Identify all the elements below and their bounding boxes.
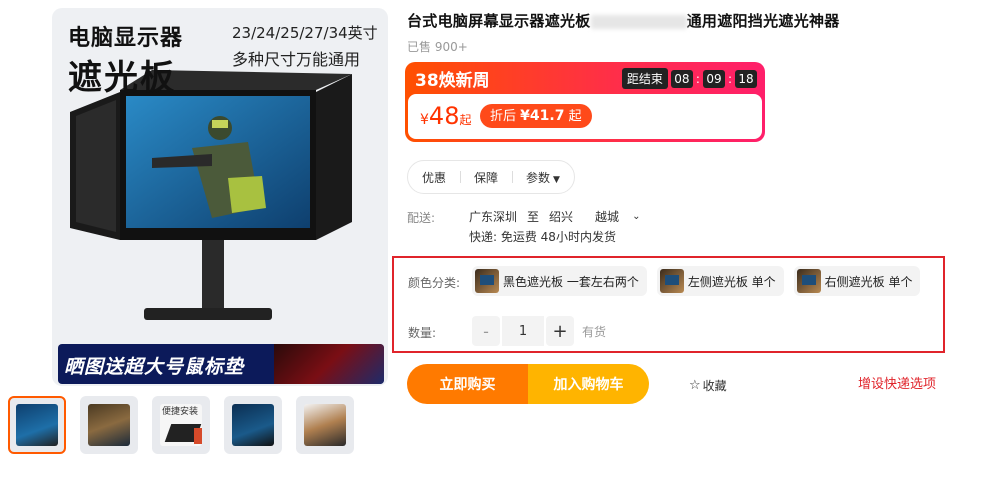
tab-params[interactable]: 参数 ▼ <box>512 169 574 186</box>
stock-status: 有货 <box>582 324 607 339</box>
thumbnail-image <box>88 404 130 446</box>
countdown-minutes: 09 <box>702 69 725 88</box>
price: ¥48起 <box>420 102 471 130</box>
ship-to-word: 至 <box>527 210 540 224</box>
promo-banner-text: 晒图送超大号鼠标垫 <box>64 356 245 378</box>
color-options: 黑色遮光板 一套左右两个 左侧遮光板 单个 右侧遮光板 单个 <box>472 266 921 296</box>
hero-sizes: 23/24/25/27/34英寸 <box>232 24 378 42</box>
thumbnail-image <box>304 404 346 446</box>
tab-label: 保障 <box>474 170 499 185</box>
quantity-plus-button[interactable]: + <box>546 316 574 346</box>
color-label: 颜色分类: <box>408 276 461 290</box>
tab-guarantee[interactable]: 保障 <box>460 169 512 186</box>
thumbnail-strip: 便捷安装 <box>8 396 354 454</box>
thumbnail-3[interactable]: 便捷安装 <box>152 396 210 454</box>
thumbnail-5[interactable] <box>296 396 354 454</box>
quantity-stepper: - 1 + 有货 <box>472 316 606 346</box>
countdown-separator: : <box>695 71 700 86</box>
mousepad-image <box>274 344 384 384</box>
favorite-button[interactable]: ☆ 收藏 <box>689 377 727 394</box>
quantity-label: 数量: <box>408 326 437 340</box>
sold-count: 已售 900+ <box>407 40 468 54</box>
shipping-label: 配送: <box>407 211 436 225</box>
star-icon: ☆ <box>689 378 701 393</box>
countdown-separator: : <box>727 71 732 86</box>
sku-selection-area: 颜色分类: 黑色遮光板 一套左右两个 左侧遮光板 单个 右侧遮光板 单个 数量:… <box>392 256 945 353</box>
countdown: 距结束 08 : 09 : 18 <box>621 68 757 89</box>
countdown-seconds: 18 <box>735 69 757 88</box>
shipping-note: 快递: 免运费 48小时内发货 <box>469 230 616 244</box>
purchase-buttons: 立即购买 加入购物车 <box>407 364 649 404</box>
product-title: 台式电脑屏幕显示器遮光板 通用遮阳挡光遮光神器 <box>407 10 840 31</box>
hero-tagline: 多种尺寸万能通用 <box>232 50 361 69</box>
hero-title-line-2: 遮光板 <box>68 58 176 98</box>
countdown-label: 距结束 <box>621 68 668 89</box>
discount-price: ¥41.7 <box>520 108 565 124</box>
thumbnail-image <box>232 404 274 446</box>
info-tabs: 优惠 保障 参数 ▼ <box>407 160 575 194</box>
option-thumbnail <box>659 269 684 293</box>
hero-title-line-1: 电脑显示器 <box>68 26 184 51</box>
chevron-down-icon: ▼ <box>553 174 560 185</box>
redacted-text <box>590 14 687 29</box>
favorite-label: 收藏 <box>702 379 727 393</box>
annotation-note: 增设快递选项 <box>858 377 937 392</box>
discounted-price-badge: 折后 ¥41.7 起 <box>480 104 592 128</box>
option-label: 左侧遮光板 单个 <box>687 274 776 289</box>
promo-banner: 晒图送超大号鼠标垫 <box>58 344 384 384</box>
tab-label: 参数 <box>526 170 551 185</box>
price-suffix: 起 <box>459 113 472 127</box>
countdown-hours: 08 <box>670 69 693 88</box>
ship-from: 广东深圳 <box>469 210 518 224</box>
option-thumbnail <box>796 269 821 293</box>
product-title-prefix: 台式电脑屏幕显示器遮光板 <box>407 12 591 30</box>
discount-suffix: 起 <box>568 109 582 124</box>
option-label: 黑色遮光板 一套左右两个 <box>503 274 639 289</box>
discount-label: 折后 <box>490 109 517 124</box>
color-option-black-pair[interactable]: 黑色遮光板 一套左右两个 <box>472 266 647 296</box>
price-currency: ¥ <box>420 112 429 128</box>
ship-to-district: 越城 <box>595 210 620 224</box>
promo-name: 38焕新周 <box>415 71 490 91</box>
color-option-left[interactable]: 左侧遮光板 单个 <box>656 266 784 296</box>
thumbnail-4[interactable] <box>224 396 282 454</box>
option-thumbnail <box>475 269 499 293</box>
quantity-minus-button[interactable]: - <box>472 316 500 346</box>
thumbnail-3-label: 便捷安装 <box>162 407 199 417</box>
thumbnail-1[interactable] <box>8 396 66 454</box>
thumbnail-2[interactable] <box>80 396 138 454</box>
shade-accent <box>194 428 202 444</box>
chevron-down-icon: ⌄ <box>632 211 641 222</box>
tab-label: 优惠 <box>422 170 447 185</box>
add-to-cart-button[interactable]: 加入购物车 <box>528 364 649 404</box>
main-product-image: 电脑显示器 遮光板 23/24/25/27/34英寸 多种尺寸万能通用 晒图送超… <box>52 8 388 386</box>
tab-discounts[interactable]: 优惠 <box>408 169 460 186</box>
price-value: 48 <box>428 102 460 130</box>
product-title-suffix: 通用遮阳挡光遮光神器 <box>686 12 840 30</box>
ship-to-city: 绍兴 <box>549 210 574 224</box>
price-panel: ¥48起 折后 ¥41.7 起 <box>408 94 762 139</box>
promo-price-box: 38焕新周 距结束 08 : 09 : 18 ¥48起 折后 ¥41.7 起 <box>405 62 765 142</box>
thumbnail-image <box>16 404 58 446</box>
buy-now-button[interactable]: 立即购买 <box>407 364 528 404</box>
quantity-input[interactable]: 1 <box>502 316 544 346</box>
option-label: 右侧遮光板 单个 <box>824 274 913 289</box>
color-option-right[interactable]: 右侧遮光板 单个 <box>793 266 921 296</box>
shipping-route[interactable]: 广东深圳 至 绍兴 越城 ⌄ <box>469 208 640 225</box>
